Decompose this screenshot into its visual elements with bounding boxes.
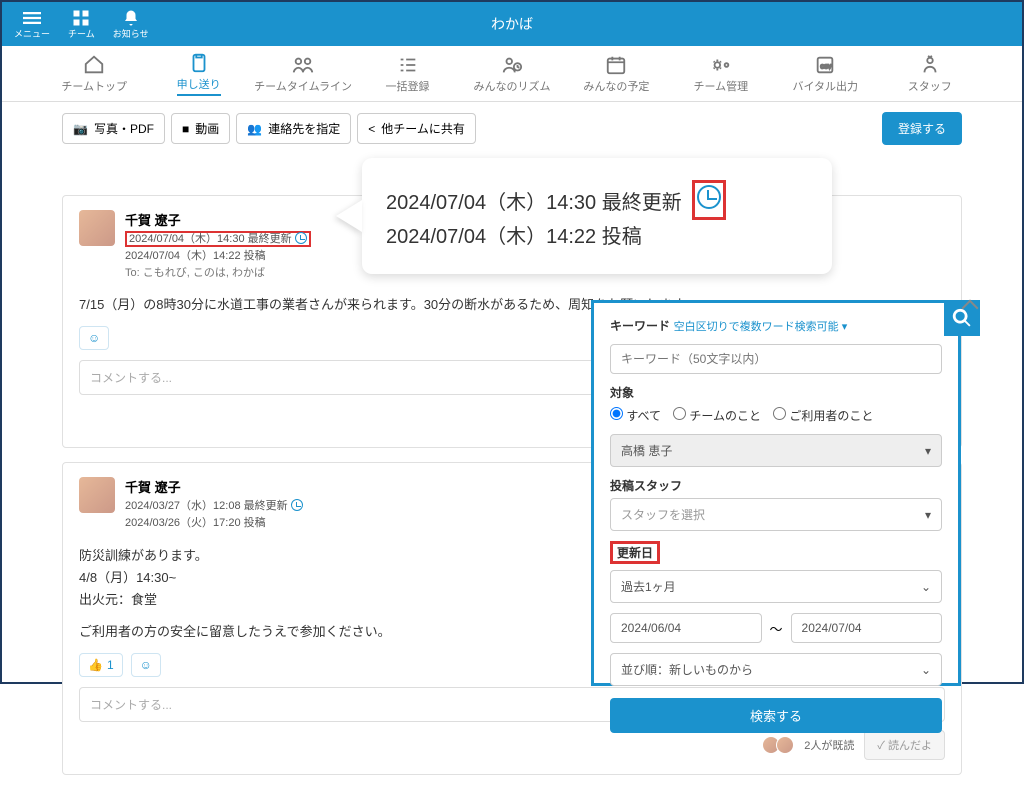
chevron-down-icon: ⌄ <box>921 663 931 677</box>
target-radio-group: すべて チームのこと ご利用者のこと <box>610 407 942 424</box>
top-bar: メニュー チーム お知らせ わかば <box>2 2 1022 46</box>
camera-icon: 📷 <box>73 122 88 136</box>
target-label: 対象 <box>610 384 634 401</box>
tab-vital[interactable]: csvバイタル出力 <box>773 54 877 94</box>
tab-handover[interactable]: 申し送り <box>146 52 250 96</box>
target-user[interactable]: ご利用者のこと <box>773 407 873 424</box>
keyword-label: キーワード <box>610 317 670 334</box>
clock-icon-highlight <box>692 180 726 220</box>
update-date-label-highlight: 更新日 <box>610 541 660 564</box>
posted-time: 2024/07/04（木）14:22 投稿 <box>125 250 266 262</box>
menu-button[interactable]: メニュー <box>14 9 50 40</box>
thumbs-up-icon: 👍 <box>88 658 103 672</box>
tab-timeline[interactable]: チームタイムライン <box>251 54 355 94</box>
clock-icon <box>295 232 307 244</box>
smile-icon: ☺ <box>88 331 100 345</box>
post-author: 千賀 遼子 <box>125 210 311 229</box>
tilde: 〜 <box>770 619 783 638</box>
chevron-down-icon: ▾ <box>925 508 931 522</box>
tab-team-top[interactable]: チームトップ <box>42 54 146 94</box>
callout-line-2: 2024/07/04（木）14:22 投稿 <box>386 220 808 249</box>
tab-bar: チームトップ 申し送り チームタイムライン 一括登録 みんなのリズム みんなの予… <box>2 46 1022 102</box>
reader-avatars <box>766 736 794 754</box>
react-smile-button[interactable]: ☺ <box>79 326 109 350</box>
date-preset-select[interactable]: 過去1ヶ月⌄ <box>610 570 942 603</box>
avatar <box>79 210 115 246</box>
video-icon: ■ <box>182 122 189 136</box>
date-to-input[interactable]: 2024/07/04 <box>791 613 943 643</box>
posted-time: 2024/03/26（火）17:20 投稿 <box>125 517 266 529</box>
page-title: わかば <box>2 14 1022 34</box>
post-author: 千賀 遼子 <box>125 477 303 496</box>
mark-read-button[interactable]: ✓ 読んだよ <box>864 730 945 760</box>
staff-select[interactable]: スタッフを選択▾ <box>610 498 942 531</box>
updated-time: 2024/03/27（水）12:08 最終更新 <box>125 500 303 512</box>
staff-label: 投稿スタッフ <box>610 477 682 494</box>
target-team[interactable]: チームのこと <box>673 407 761 424</box>
team-label: チーム <box>68 27 95 40</box>
chevron-down-icon: ▾ <box>925 444 931 458</box>
chevron-down-icon: ⌄ <box>921 580 931 594</box>
updated-time-highlight: 2024/07/04（木）14:30 最終更新 <box>125 231 311 247</box>
react-like-button[interactable]: 👍1 <box>79 653 123 677</box>
share-icon: < <box>368 122 375 136</box>
reader-count: 2人が既読 <box>804 737 854 753</box>
tab-bulk[interactable]: 一括登録 <box>355 54 459 94</box>
avatar <box>79 477 115 513</box>
callout-line-1: 2024/07/04（木）14:30 最終更新 <box>386 180 808 220</box>
react-smile-button[interactable]: ☺ <box>131 653 161 677</box>
svg-text:csv: csv <box>821 61 832 70</box>
attach-photo-pdf-button[interactable]: 📷写真・PDF <box>62 113 165 144</box>
target-all[interactable]: すべて <box>610 407 661 424</box>
attach-video-button[interactable]: ■動画 <box>171 113 230 144</box>
date-from-input[interactable]: 2024/06/04 <box>610 613 762 643</box>
submit-button[interactable]: 登録する <box>882 112 962 145</box>
smile-icon: ☺ <box>140 658 152 672</box>
users-icon: 👥 <box>247 122 262 136</box>
recipients: To: こもれび, このは, わかば <box>125 264 311 280</box>
notice-label: お知らせ <box>113 27 149 40</box>
tab-rhythm[interactable]: みんなのリズム <box>460 54 564 94</box>
search-panel: キーワード 空白区切りで複数ワード検索可能 ▾ 対象 すべて チームのこと ご利… <box>591 300 961 686</box>
tab-schedule[interactable]: みんなの予定 <box>564 54 668 94</box>
callout: 2024/07/04（木）14:30 最終更新 2024/07/04（木）14:… <box>362 158 832 274</box>
team-button[interactable]: チーム <box>68 9 95 40</box>
tab-staff[interactable]: スタッフ <box>878 54 982 94</box>
tab-admin[interactable]: チーム管理 <box>669 54 773 94</box>
specify-contacts-button[interactable]: 👥連絡先を指定 <box>236 113 351 144</box>
keyword-hint[interactable]: 空白区切りで複数ワード検索可能 ▾ <box>674 321 848 333</box>
clock-icon <box>291 499 303 511</box>
menu-label: メニュー <box>14 27 50 40</box>
sort-select[interactable]: 並び順：新しいものから⌄ <box>610 653 942 686</box>
notice-button[interactable]: お知らせ <box>113 9 149 40</box>
topbar-left: メニュー チーム お知らせ <box>14 9 149 40</box>
clock-icon <box>697 185 721 209</box>
user-select[interactable]: 高橋 恵子▾ <box>610 434 942 467</box>
keyword-input[interactable] <box>610 344 942 374</box>
compose-toolbar: 📷写真・PDF ■動画 👥連絡先を指定 <他チームに共有 登録する <box>62 112 962 145</box>
share-other-teams-button[interactable]: <他チームに共有 <box>357 113 476 144</box>
search-button[interactable]: 検索する <box>610 698 942 733</box>
